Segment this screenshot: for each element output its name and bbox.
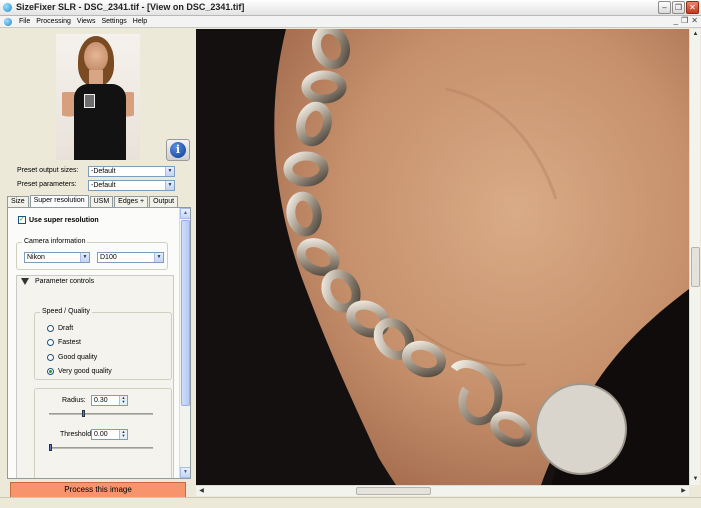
scroll-right-icon[interactable]: ▶: [678, 486, 689, 497]
threshold-label: Threshold:: [60, 431, 94, 438]
radio-good-quality[interactable]: Good quality: [47, 354, 97, 361]
status-bar: [0, 497, 701, 508]
image-hscroll-thumb[interactable]: [356, 487, 431, 495]
radius-spinner[interactable]: 0.30 ▲ ▼: [91, 395, 128, 406]
window-controls: – ❐ ✕: [658, 1, 699, 14]
minimize-button[interactable]: –: [658, 1, 671, 14]
doc-close-icon[interactable]: ✕: [691, 16, 698, 25]
chevron-down-icon[interactable]: ▼: [165, 167, 174, 176]
parameter-controls-header[interactable]: Parameter controls: [21, 278, 94, 285]
info-icon: i: [170, 142, 186, 158]
scroll-left-icon[interactable]: ◀: [196, 486, 207, 497]
scroll-down-icon[interactable]: ▼: [690, 474, 701, 485]
radio-draft-button[interactable]: [47, 325, 54, 332]
title-bar: SizeFixer SLR - DSC_2341.tif - [View on …: [0, 0, 701, 16]
speed-quality-title: Speed / Quality: [40, 308, 92, 315]
thumb-dress: [74, 84, 126, 160]
document-window-controls: _ ❐ ✕: [674, 16, 698, 25]
menu-processing[interactable]: Processing: [33, 18, 74, 25]
tab-strip: Size Super resolution USM Edges + Output: [7, 195, 179, 207]
threshold-value: 0.00: [94, 431, 108, 438]
settings-panel: i Preset output sizes: -Default ▼ Preset…: [0, 29, 195, 508]
radio-good-quality-label: Good quality: [58, 354, 98, 361]
menu-views[interactable]: Views: [74, 18, 99, 25]
thumb-face: [84, 42, 108, 72]
camera-info-group: Camera information Nikon ▼ D100 ▼: [16, 238, 168, 270]
process-image-button[interactable]: Process this image: [10, 482, 186, 498]
scroll-up-icon[interactable]: ▲: [690, 29, 701, 40]
restore-button[interactable]: ❐: [672, 1, 685, 14]
info-button[interactable]: i: [166, 139, 190, 161]
camera-info-title: Camera information: [22, 238, 88, 245]
radio-good-quality-button[interactable]: [47, 354, 54, 361]
super-resolution-page: ✓ Use super resolution Camera informatio…: [7, 207, 191, 479]
radius-label: Radius:: [62, 397, 86, 404]
menu-file[interactable]: File: [16, 18, 33, 25]
camera-maker-select[interactable]: Nikon ▼: [24, 252, 90, 263]
radio-fastest-label: Fastest: [58, 339, 81, 346]
chevron-down-icon[interactable]: ▼: [165, 181, 174, 190]
doc-restore-icon[interactable]: ❐: [681, 16, 688, 25]
menu-bar: File Processing Views Settings Help _ ❐ …: [0, 16, 701, 28]
tab-size[interactable]: Size: [7, 196, 29, 207]
menu-help[interactable]: Help: [130, 18, 150, 25]
view-region-marker[interactable]: [84, 94, 95, 108]
threshold-slider-track[interactable]: [49, 447, 153, 449]
radio-very-good-quality-button[interactable]: [47, 368, 54, 375]
preset-output-select[interactable]: -Default ▼: [88, 166, 175, 177]
radio-fastest[interactable]: Fastest: [47, 339, 81, 346]
image-horizontal-scrollbar[interactable]: ◀ ▶: [196, 485, 689, 496]
tab-super-resolution[interactable]: Super resolution: [29, 195, 89, 207]
fine-tune-group: Radius: 0.30 ▲ ▼ Threshold: 0.00 ▲ ▼: [34, 388, 172, 478]
use-super-resolution-label: Use super resolution: [29, 216, 99, 224]
camera-model-value: D100: [100, 254, 117, 261]
use-super-resolution-row[interactable]: ✓ Use super resolution: [18, 216, 99, 224]
navigator-thumbnail[interactable]: [56, 34, 140, 160]
preset-output-value: -Default: [91, 168, 116, 175]
radio-draft-label: Draft: [58, 325, 74, 332]
menu-settings[interactable]: Settings: [98, 18, 129, 25]
preset-params-label: Preset parameters:: [17, 181, 77, 188]
zoomed-photo: [196, 29, 689, 485]
tab-output[interactable]: Output: [149, 196, 179, 207]
document-icon[interactable]: [4, 17, 12, 26]
radio-draft[interactable]: Draft: [47, 325, 73, 332]
window-title: SizeFixer SLR - DSC_2341.tif - [View on …: [16, 2, 245, 12]
radius-slider-track[interactable]: [49, 413, 153, 415]
settings-scroll-thumb[interactable]: [181, 220, 190, 406]
close-button[interactable]: ✕: [686, 1, 699, 14]
image-vscroll-thumb[interactable]: [691, 247, 700, 287]
camera-model-select[interactable]: D100 ▼: [97, 252, 164, 263]
radio-very-good-quality[interactable]: Very good quality: [47, 368, 112, 375]
scroll-up-icon[interactable]: ▲: [180, 208, 190, 219]
preset-params-select[interactable]: -Default ▼: [88, 180, 175, 191]
use-super-resolution-checkbox[interactable]: ✓: [18, 216, 26, 224]
radius-slider-thumb[interactable]: [82, 410, 85, 417]
doc-minimize-icon[interactable]: _: [674, 16, 678, 25]
speed-quality-group: Speed / Quality Draft Fastest Good quali…: [34, 308, 172, 380]
spinner-arrows-icon[interactable]: ▲ ▼: [119, 396, 127, 405]
camera-maker-value: Nikon: [27, 254, 45, 261]
radio-fastest-button[interactable]: [47, 339, 54, 346]
spinner-arrows-icon[interactable]: ▲ ▼: [119, 430, 127, 439]
scroll-down-icon[interactable]: ▼: [180, 467, 190, 478]
radio-very-good-quality-label: Very good quality: [58, 368, 112, 375]
image-vertical-scrollbar[interactable]: ▲ ▼: [689, 29, 700, 485]
app-icon[interactable]: [3, 3, 12, 12]
parameter-controls-panel: Parameter controls Speed / Quality Draft…: [16, 275, 174, 478]
tab-edges[interactable]: Edges +: [114, 196, 149, 207]
chevron-down-icon[interactable]: ▼: [80, 253, 89, 262]
parameter-controls-label: Parameter controls: [35, 278, 95, 285]
tab-usm[interactable]: USM: [89, 196, 114, 207]
settings-scrollbar[interactable]: ▲ ▼: [179, 208, 190, 478]
chevron-down-icon[interactable]: ▼: [154, 253, 163, 262]
threshold-slider-thumb[interactable]: [49, 444, 52, 451]
preset-output-label: Preset output sizes:: [17, 167, 79, 174]
preset-params-value: -Default: [91, 182, 116, 189]
image-view[interactable]: [196, 29, 689, 485]
threshold-spinner[interactable]: 0.00 ▲ ▼: [91, 429, 128, 440]
collapse-triangle-icon[interactable]: [21, 278, 29, 285]
radius-value: 0.30: [94, 397, 108, 404]
